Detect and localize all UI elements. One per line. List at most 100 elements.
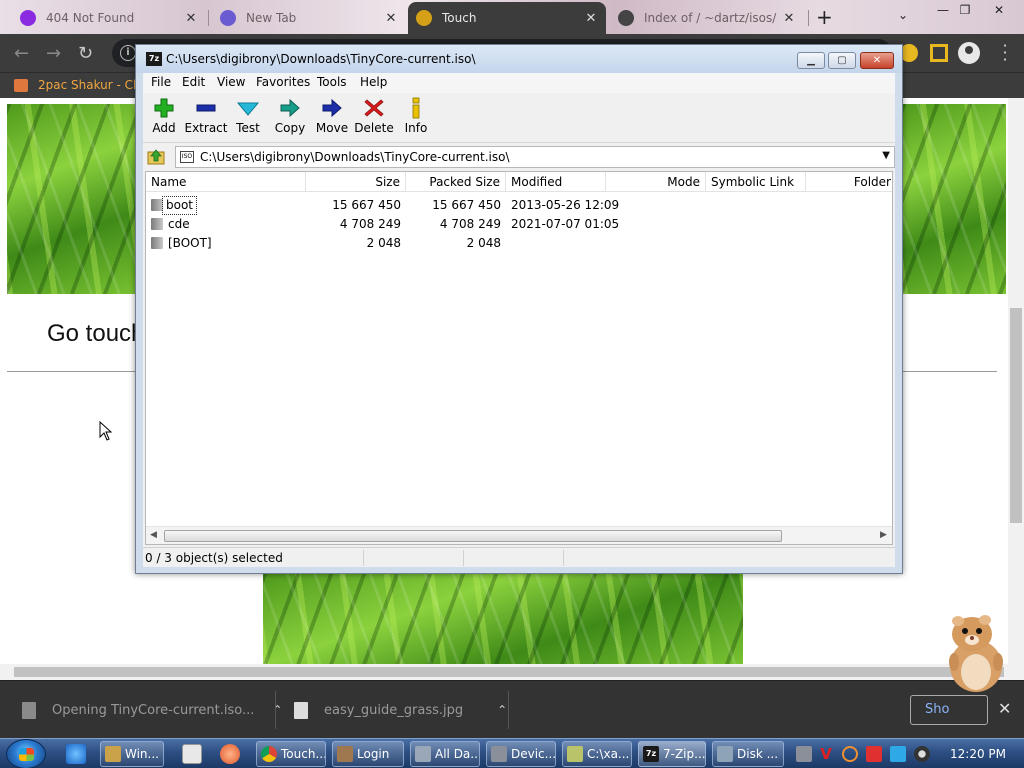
column-header-mode[interactable]: Mode xyxy=(606,172,706,192)
minimize-icon[interactable]: ▁ xyxy=(797,52,825,69)
file-packed-size: 4 708 249 xyxy=(439,217,501,231)
close-icon[interactable]: ✕ xyxy=(860,52,894,69)
chevron-down-icon[interactable]: ▼ xyxy=(882,150,890,161)
file-row[interactable]: cde 4 708 249 4 708 249 2021-07-07 01:05 xyxy=(146,215,892,234)
plus-icon[interactable]: + xyxy=(816,5,833,29)
tab-favicon-icon xyxy=(416,10,432,26)
taskbar-button-7zip[interactable]: 7z 7-Zip... xyxy=(638,741,706,767)
taskbar-clock[interactable]: 12:20 PM xyxy=(950,747,1006,761)
column-header-modified[interactable]: Modified xyxy=(506,172,606,192)
column-header-packed-size[interactable]: Packed Size xyxy=(406,172,506,192)
tab-close-icon[interactable]: ✕ xyxy=(384,11,398,26)
chevron-up-icon[interactable]: ⌃ xyxy=(497,703,507,717)
column-header-folder[interactable]: Folder xyxy=(806,172,892,192)
iso-file-icon xyxy=(22,701,36,719)
info-icon[interactable]: i xyxy=(120,45,136,61)
chevron-up-icon[interactable]: ⌃ xyxy=(272,703,282,717)
plus-icon xyxy=(154,98,174,118)
column-header-size[interactable]: Size xyxy=(306,172,406,192)
menu-file[interactable]: File xyxy=(151,75,171,89)
file-modified: 2021-07-07 01:05 xyxy=(511,217,620,231)
file-row[interactable]: [BOOT] 2 048 2 048 xyxy=(146,234,892,253)
download-item[interactable]: Opening TinyCore-current.iso... ⌃ xyxy=(22,693,282,727)
file-name: cde xyxy=(168,217,190,231)
tray-flag-icon[interactable] xyxy=(866,746,882,762)
add-button[interactable]: Add xyxy=(141,97,187,139)
tab-new-tab[interactable]: New Tab ✕ xyxy=(212,2,406,34)
close-icon[interactable]: ✕ xyxy=(998,699,1011,718)
test-button[interactable]: Test xyxy=(225,97,271,139)
tab-close-icon[interactable]: ✕ xyxy=(584,11,598,26)
media-player-icon[interactable] xyxy=(182,744,202,764)
tab-404-not-found[interactable]: 404 Not Found ✕ xyxy=(12,2,206,34)
info-button[interactable]: Info xyxy=(393,97,439,139)
menu-tools[interactable]: Tools xyxy=(317,75,347,89)
copy-button[interactable]: Copy xyxy=(267,97,313,139)
tab-close-icon[interactable]: ✕ xyxy=(782,11,796,26)
info-label: Info xyxy=(404,121,428,135)
taskbar-button-disk[interactable]: Disk ... xyxy=(712,741,784,767)
taskbar-button-win[interactable]: Win... xyxy=(100,741,164,767)
file-list-horizontal-scrollbar[interactable]: ◀ ▶ xyxy=(146,526,892,544)
taskbar-button-all-data[interactable]: All Da... xyxy=(410,741,480,767)
image-file-icon xyxy=(294,701,308,719)
start-button[interactable] xyxy=(6,739,46,768)
internet-explorer-icon[interactable] xyxy=(66,744,86,764)
profile-avatar-icon[interactable] xyxy=(958,42,980,64)
tab-touch[interactable]: Touch ✕ xyxy=(408,2,606,34)
menu-help[interactable]: Help xyxy=(360,75,387,89)
7zip-address-combobox[interactable]: ISO C:\Users\digibrony\Downloads\TinyCor… xyxy=(175,146,895,168)
taskbar-button-touch[interactable]: Touch... xyxy=(256,741,326,767)
chevron-down-icon[interactable]: ⌄ xyxy=(898,8,908,22)
forward-arrow-icon[interactable]: → xyxy=(46,43,61,64)
folder-up-icon[interactable] xyxy=(146,147,166,167)
browser-tab-strip: 404 Not Found ✕ New Tab ✕ Touch ✕ Index … xyxy=(0,0,1024,34)
tab-close-icon[interactable]: ✕ xyxy=(184,11,198,26)
column-header-name[interactable]: Name xyxy=(146,172,306,192)
back-arrow-icon[interactable]: ← xyxy=(14,43,29,64)
tray-antivirus-icon[interactable]: V xyxy=(818,746,834,762)
7zip-menu-bar: File Edit View Favorites Tools Help xyxy=(143,73,895,93)
menu-view[interactable]: View xyxy=(217,75,245,89)
move-button[interactable]: Move xyxy=(309,97,355,139)
menu-favorites[interactable]: Favorites xyxy=(256,75,310,89)
file-modified xyxy=(506,234,626,253)
app-icon[interactable] xyxy=(220,744,240,764)
tray-volume-icon[interactable] xyxy=(914,746,930,762)
tray-search-icon[interactable] xyxy=(842,746,858,762)
page-vertical-scrollbar[interactable] xyxy=(1008,98,1024,664)
tray-display-icon[interactable] xyxy=(890,746,906,762)
7zip-title-bar[interactable]: 7z C:\Users\digibrony\Downloads\TinyCore… xyxy=(136,45,902,73)
taskbar-button-device[interactable]: Devic... xyxy=(486,741,556,767)
download-label: Opening TinyCore-current.iso... xyxy=(52,702,255,718)
window-icon xyxy=(415,746,431,762)
scrollbar-thumb[interactable] xyxy=(1010,308,1022,523)
show-all-button[interactable]: Sho xyxy=(910,695,988,725)
scroll-right-arrow-icon[interactable]: ▶ xyxy=(880,530,887,540)
maximize-icon[interactable]: ❐ xyxy=(954,3,976,17)
reload-icon[interactable]: ↻ xyxy=(78,43,93,64)
menu-dots-icon[interactable]: · · · xyxy=(1000,38,1010,68)
delete-button[interactable]: Delete xyxy=(351,97,397,139)
close-icon[interactable]: ✕ xyxy=(988,3,1010,17)
minimize-icon[interactable]: — xyxy=(932,3,954,17)
maximize-icon[interactable]: ▢ xyxy=(828,52,856,69)
move-arrow-icon xyxy=(322,98,342,118)
menu-edit[interactable]: Edit xyxy=(182,75,205,89)
extension-square-icon[interactable] xyxy=(930,44,948,62)
grass-image-bottom xyxy=(263,574,743,664)
tray-network-icon[interactable] xyxy=(796,746,812,762)
page-horizontal-scrollbar[interactable] xyxy=(0,664,1024,680)
tab-index-of-isos[interactable]: Index of / ~dartz/isos/ ✕ xyxy=(610,2,804,34)
file-row[interactable]: boot 15 667 450 15 667 450 2013-05-26 12… xyxy=(146,196,892,215)
taskbar-button-notepad[interactable]: C:\xa... xyxy=(562,741,632,767)
extract-button[interactable]: Extract xyxy=(183,97,229,139)
column-header-symbolic-link[interactable]: Symbolic Link xyxy=(706,172,806,192)
scroll-left-arrow-icon[interactable]: ◀ xyxy=(150,530,157,540)
scrollbar-thumb[interactable] xyxy=(14,667,1004,677)
download-item[interactable]: easy_guide_grass.jpg ⌃ xyxy=(294,693,507,727)
notepad-icon xyxy=(567,746,583,762)
scrollbar-thumb[interactable] xyxy=(164,530,782,542)
tab-label: New Tab xyxy=(246,11,297,25)
taskbar-button-login[interactable]: Login xyxy=(332,741,404,767)
